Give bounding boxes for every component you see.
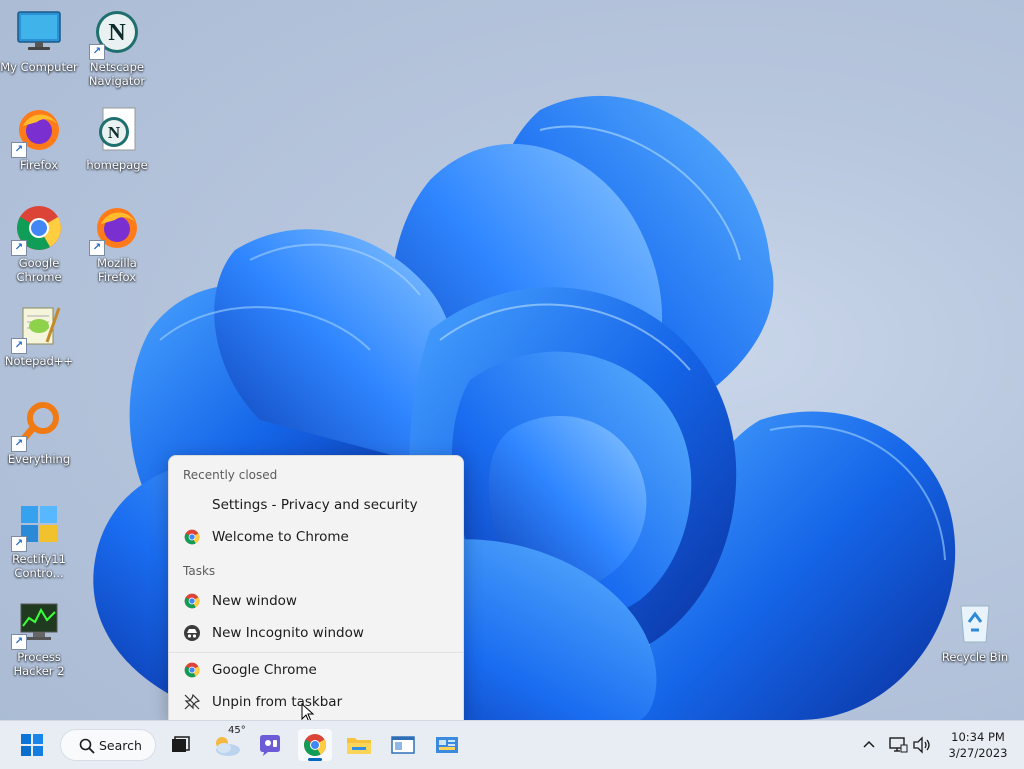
notepad-plus-plus-icon: ↗ (11, 302, 63, 354)
network-icon (889, 737, 908, 753)
start-icon (21, 734, 43, 756)
quick-settings-button[interactable] (886, 729, 934, 761)
task-new-incognito-window[interactable]: New Incognito window (175, 618, 457, 648)
desktop-icon-label: Notepad++ (4, 354, 74, 368)
task-new-window[interactable]: New window (175, 586, 457, 616)
recent-item-settings-privacy[interactable]: Settings - Privacy and security (175, 490, 457, 520)
desktop-icon-label: Process Hacker 2 (13, 650, 65, 678)
desktop: My Computer N ↗ Netscape Navigator ↗ Fire… (0, 0, 1024, 720)
desktop-icon-homepage[interactable]: N homepage (78, 106, 156, 172)
desktop-icon-label: Everything (7, 452, 71, 466)
control-panel-icon (436, 737, 458, 753)
shortcut-arrow-icon: ↗ (89, 240, 105, 256)
chrome-icon: ↗ (11, 204, 63, 256)
desktop-icon-label: Netscape Navigator (88, 60, 146, 88)
shortcut-arrow-icon: ↗ (11, 142, 27, 158)
chrome-icon (304, 734, 326, 756)
chrome-jump-list: Recently closed Settings - Privacy and s… (168, 455, 464, 721)
start-button[interactable] (16, 729, 48, 761)
show-hidden-icons-button[interactable] (858, 729, 880, 761)
taskbar-chrome-button[interactable] (298, 729, 332, 761)
shortcut-arrow-icon: ↗ (11, 634, 27, 650)
desktop-icon-process-hacker[interactable]: ↗ Process Hacker 2 (0, 598, 78, 678)
file-explorer-icon (347, 738, 371, 754)
unpin-icon (184, 693, 201, 710)
netscape-document-icon: N (93, 106, 141, 154)
desktop-icon-label: homepage (86, 158, 148, 172)
clock-time: 10:34 PM (951, 730, 1005, 744)
item-label: Unpin from taskbar (212, 694, 343, 710)
firefox-icon: ↗ (89, 204, 141, 256)
desktop-icon-label: My Computer (0, 60, 78, 74)
incognito-icon (184, 625, 200, 641)
item-label: Settings - Privacy and security (212, 497, 418, 513)
desktop-icon-everything[interactable]: ↗ Everything (0, 400, 78, 466)
recycle-bin-icon (951, 598, 999, 646)
task-view-button[interactable] (164, 729, 196, 761)
item-label: New Incognito window (212, 625, 364, 641)
chrome-icon (184, 593, 200, 609)
desktop-icon-netscape-navigator[interactable]: N ↗ Netscape Navigator (78, 8, 156, 88)
desktop-icon-recycle-bin[interactable]: Recycle Bin (936, 598, 1014, 664)
app-google-chrome[interactable]: Google Chrome (175, 655, 457, 685)
weather-widget[interactable]: 45° (210, 725, 246, 761)
monitor-icon (15, 8, 63, 56)
search-label: Search (99, 738, 142, 753)
search-icon (79, 738, 95, 754)
control-panel-button[interactable] (430, 729, 464, 761)
desktop-icon-mozilla-firefox[interactable]: ↗ Mozilla Firefox (78, 204, 156, 284)
shortcut-arrow-icon: ↗ (11, 338, 27, 354)
chat-icon (260, 735, 280, 756)
magnifier-icon: ↗ (11, 400, 63, 452)
search-button[interactable]: Search (60, 729, 156, 761)
rectify11-icon: ↗ (11, 500, 63, 552)
svg-text:N: N (108, 20, 126, 46)
weather-temperature: 45° (228, 725, 246, 736)
app-window-button[interactable] (386, 729, 420, 761)
task-view-icon (172, 736, 190, 752)
shortcut-arrow-icon: ↗ (89, 44, 105, 60)
tasks-header: Tasks (183, 564, 216, 578)
item-label: New window (212, 593, 297, 609)
chrome-icon (184, 529, 200, 545)
firefox-icon: ↗ (11, 106, 63, 158)
desktop-icon-notepad-plus-plus[interactable]: ↗ Notepad++ (0, 302, 78, 368)
taskbar: Search 45° 10:34 PM 3/27/2023 (0, 720, 1024, 769)
shortcut-arrow-icon: ↗ (11, 436, 27, 452)
desktop-icon-firefox[interactable]: ↗ Firefox (0, 106, 78, 172)
item-label: Welcome to Chrome (212, 529, 349, 545)
shortcut-arrow-icon: ↗ (11, 240, 27, 256)
desktop-icon-label: Recycle Bin (941, 650, 1009, 664)
clock-date: 3/27/2023 (948, 746, 1008, 760)
shortcut-arrow-icon: ↗ (11, 536, 27, 552)
active-indicator (308, 758, 322, 761)
unpin-from-taskbar[interactable]: Unpin from taskbar (175, 687, 457, 717)
desktop-icon-label: Rectify11 Contro... (12, 552, 66, 580)
netscape-icon: N ↗ (89, 8, 141, 60)
file-explorer-button[interactable] (342, 729, 376, 761)
desktop-icon-label: Mozilla Firefox (97, 256, 137, 284)
desktop-icon-label: Google Chrome (16, 256, 62, 284)
process-hacker-icon: ↗ (11, 598, 63, 650)
item-label: Google Chrome (212, 662, 317, 678)
clock-button[interactable]: 10:34 PM 3/27/2023 (938, 729, 1018, 761)
svg-text:N: N (108, 123, 121, 142)
desktop-icon-google-chrome[interactable]: ↗ Google Chrome (0, 204, 78, 284)
volume-icon (913, 736, 930, 754)
desktop-icon-label: Firefox (19, 158, 59, 172)
recent-item-welcome-to-chrome[interactable]: Welcome to Chrome (175, 522, 457, 552)
desktop-icon-my-computer[interactable]: My Computer (0, 8, 78, 74)
chrome-icon (184, 662, 200, 678)
menu-divider (169, 652, 463, 653)
recently-closed-header: Recently closed (183, 468, 278, 482)
app-window-icon (391, 736, 415, 754)
chat-button[interactable] (254, 729, 286, 761)
chevron-up-icon (863, 740, 875, 748)
desktop-icon-rectify11[interactable]: ↗ Rectify11 Contro... (0, 500, 78, 580)
